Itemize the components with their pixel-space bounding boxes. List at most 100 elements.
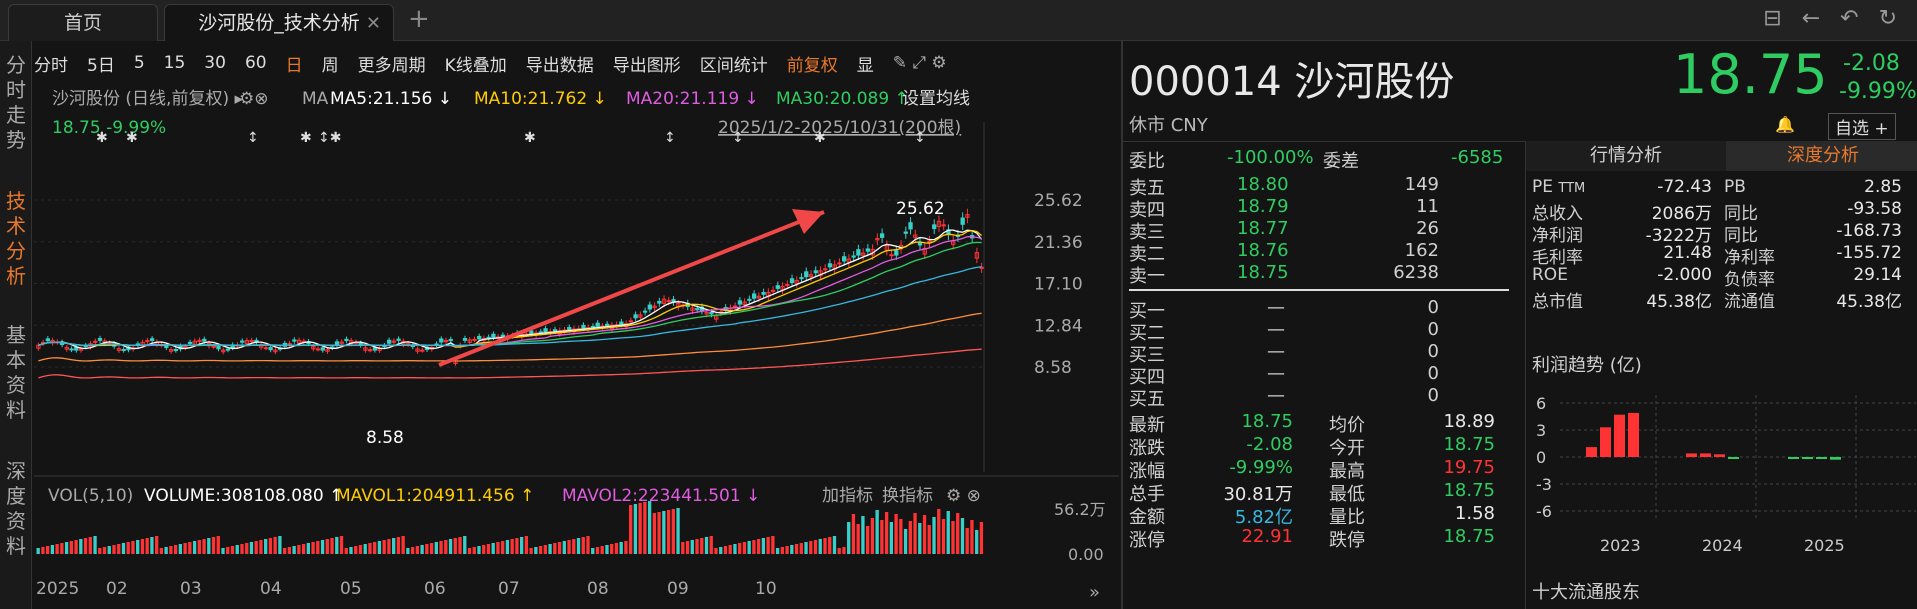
volume-bar [245, 543, 249, 554]
fin-label: 总市值 [1532, 292, 1583, 312]
webi-label: 委比 [1129, 151, 1165, 172]
tab-home[interactable]: 首页 [8, 4, 158, 41]
event-marker[interactable]: ✱ [300, 130, 312, 146]
candle-body [420, 349, 425, 352]
bell-icon[interactable]: 🔔 [1775, 115, 1795, 134]
switch-indicator-button[interactable]: 换指标 [882, 486, 933, 506]
nav-intraday[interactable]: 分时走势 [4, 53, 28, 153]
analysis-panel: 行情分析 深度分析 PE TTM -72.43 PB 2.85 总收入 2086万 同比 -9… [1525, 141, 1917, 609]
back-icon[interactable]: ← [1802, 6, 1820, 31]
nav-profile[interactable]: 基本资料 [4, 323, 28, 423]
volume-bar [823, 538, 827, 554]
tb-range-stats[interactable]: 区间统计 [700, 51, 768, 76]
volume-bar [633, 504, 638, 554]
volume-bar [595, 547, 600, 554]
profit-bar [1600, 427, 1611, 457]
profit-x-tick: 2024 [1702, 536, 1743, 555]
volume-bar [169, 546, 173, 554]
candle-body [789, 278, 795, 284]
volume-bar [965, 528, 969, 554]
volume-bar [889, 522, 894, 554]
tb-60min[interactable]: 60 [245, 53, 267, 73]
month-tick: 09 [667, 579, 689, 599]
tab-technical-analysis[interactable]: 沙河股份_技术分析 ✕ [164, 4, 394, 41]
tb-display[interactable]: 显 [857, 51, 874, 76]
volume-bar [98, 548, 102, 554]
tab-deep-analysis[interactable]: 深度分析 [1726, 141, 1917, 171]
fin-label: 流通值 [1724, 292, 1775, 312]
event-marker[interactable]: ↕ [664, 130, 676, 146]
volume-bar [197, 540, 201, 554]
stat-value: 1.58 [1454, 503, 1495, 524]
volume-value: VOLUME:308108.080 ↑ [144, 486, 343, 506]
tb-day[interactable]: 日 [286, 51, 303, 76]
undo-icon[interactable]: ↶ [1840, 6, 1858, 31]
volume-bar [690, 540, 694, 554]
weicha-label: 委差 [1323, 151, 1359, 172]
volume-bar [155, 536, 159, 554]
volume-bar [202, 539, 206, 554]
volume-bar [733, 544, 737, 554]
tb-kline-overlay[interactable]: K线叠加 [445, 51, 507, 76]
kline-chart[interactable]: 沙河股份 (日线,前复权) ▸ ⚙⊗ MA MA5:21.156 ↓ MA10:… [34, 82, 1119, 609]
tb-5day[interactable]: 5日 [87, 51, 115, 76]
volume-bar [652, 513, 657, 554]
nav-technical[interactable]: 技术分析 [4, 189, 28, 289]
event-marker[interactable]: ✱ [126, 130, 138, 146]
stat-value: 18.75 [1241, 411, 1293, 432]
volume-bar [681, 542, 685, 554]
volume-bar [249, 542, 254, 554]
volume-bar [975, 530, 979, 554]
event-marker[interactable]: ✱ [96, 130, 108, 146]
tb-export-data[interactable]: 导出数据 [526, 51, 594, 76]
volume-bar [657, 512, 661, 554]
volume-bar [790, 545, 794, 554]
candle-body [567, 327, 572, 331]
window-icon[interactable]: ⊟ [1763, 6, 1781, 31]
volume-bar [676, 508, 680, 554]
candle-body [657, 300, 662, 304]
volume-bar [159, 548, 164, 554]
ask-volume: 11 [1416, 196, 1439, 217]
tb-intraday[interactable]: 分时 [34, 51, 68, 76]
tb-week[interactable]: 周 [322, 51, 339, 76]
event-marker[interactable]: ↕ [247, 130, 259, 146]
settings-icon[interactable]: ✎ ⤢ ⚙ [893, 53, 947, 73]
event-marker[interactable]: ↕ [732, 130, 744, 146]
tb-more-periods[interactable]: 更多周期 [358, 51, 426, 76]
candle-body [695, 308, 700, 311]
nav-deep[interactable]: 深度资料 [4, 459, 28, 559]
ma-settings-icon[interactable]: ⚙⊗ [239, 89, 268, 109]
price-change-label: 18.75 -9.99% [52, 118, 166, 138]
tab-market-analysis[interactable]: 行情分析 [1526, 141, 1726, 171]
fin-value: 21.48 [1663, 243, 1712, 263]
close-icon[interactable]: ✕ [366, 5, 381, 42]
tb-export-image[interactable]: 导出图形 [613, 51, 681, 76]
volume-bar [837, 548, 841, 554]
event-marker[interactable]: ✱ [524, 130, 536, 146]
volume-bar [230, 546, 235, 554]
set-ma-button[interactable]: 设置均线 [902, 89, 970, 109]
scroll-right-icon[interactable]: » [1089, 582, 1100, 603]
tb-15min[interactable]: 15 [164, 53, 186, 73]
event-marker[interactable]: ↕✱ [318, 130, 341, 146]
add-watchlist-button[interactable]: 自选 + [1828, 113, 1896, 140]
event-marker[interactable]: ↕ [914, 130, 926, 146]
volume-bar [581, 537, 585, 554]
ma20-label: MA20:21.119 ↓ [626, 89, 759, 109]
volume-bar [813, 540, 818, 554]
indicator-close-icon[interactable]: ⚙ ⊗ [946, 486, 981, 506]
candle-body [268, 346, 273, 351]
y-tick: 12.84 [1034, 316, 1083, 336]
candle-body [770, 289, 776, 292]
tb-adjust[interactable]: 前复权 [787, 51, 838, 76]
tb-30min[interactable]: 30 [204, 53, 226, 73]
tb-5min[interactable]: 5 [134, 53, 145, 73]
profit-bar [1614, 414, 1625, 457]
add-tab-icon[interactable]: + [408, 4, 430, 34]
add-indicator-button[interactable]: 加指标 [822, 486, 873, 506]
volume-bar [600, 546, 604, 554]
refresh-icon[interactable]: ↻ [1879, 6, 1897, 31]
ma10-label: MA10:21.762 ↓ [474, 89, 607, 109]
event-marker[interactable]: ✱ [814, 130, 826, 146]
